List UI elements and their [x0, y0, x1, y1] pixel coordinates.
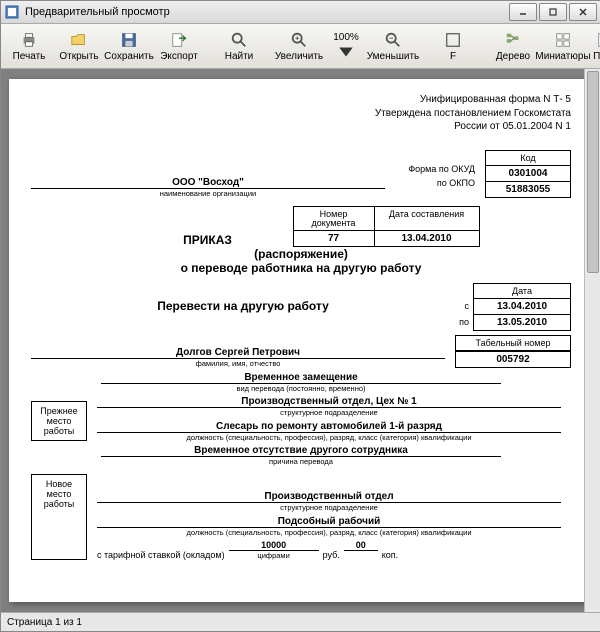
org-sublabel: наименование организации: [31, 189, 385, 198]
workarea: Унифицированная форма N Т- 5 Утверждена …: [1, 69, 600, 612]
statusbar: Страница 1 из 1: [1, 612, 600, 631]
reason-value: Временное отсутствие другого сотрудника: [101, 445, 501, 457]
tabnum-value: 005792: [455, 351, 571, 368]
zoom-dropdown[interactable]: 100%: [325, 26, 367, 66]
okud-value: 0301004: [486, 165, 571, 181]
new-dept-sublabel: структурное подразделение: [97, 503, 561, 512]
minimize-button[interactable]: [509, 3, 537, 21]
window-title: Предварительный просмотр: [25, 6, 509, 18]
new-place-label: Новое место работы: [31, 474, 87, 560]
print-icon: [20, 31, 38, 49]
zoom-in-icon: [290, 31, 308, 49]
zoom-in-button[interactable]: Увеличить: [275, 26, 323, 66]
date-to-label: по: [455, 314, 474, 330]
page-indicator: Страница 1 из 1: [7, 617, 82, 628]
preview-window: Предварительный просмотр Печать Открыть …: [0, 0, 600, 632]
okpo-label: по ОКПО: [385, 178, 475, 188]
zoom-out-icon: [384, 31, 402, 49]
fullscreen-button[interactable]: F: [429, 26, 477, 66]
document-page: Унифицированная форма N Т- 5 Утверждена …: [9, 79, 593, 602]
salary-prefix: с тарифной ставкой (окладом): [97, 550, 225, 560]
close-button[interactable]: [569, 3, 597, 21]
salary-rub: руб.: [323, 550, 340, 560]
open-button[interactable]: Открыть: [55, 26, 103, 66]
chevron-down-icon: [337, 43, 355, 61]
salary-kop: коп.: [382, 550, 398, 560]
tree-button[interactable]: Дерево: [489, 26, 537, 66]
date-to-value: 13.05.2010: [474, 314, 571, 330]
margins-icon: [596, 31, 600, 49]
fullscreen-icon: [444, 31, 462, 49]
doc-title-3: о переводе работника на другую работу: [31, 261, 571, 275]
titlebar: Предварительный просмотр: [1, 1, 600, 24]
okpo-value: 51883055: [486, 181, 571, 197]
new-job-sublabel: должность (специальность, профессия), ра…: [97, 528, 561, 537]
tabnum-label: Табельный номер: [455, 335, 571, 351]
export-icon: [170, 31, 188, 49]
transfer-heading: Перевести на другую работу: [31, 283, 455, 313]
search-icon: [230, 31, 248, 49]
date-from-label: с: [455, 298, 474, 314]
tree-icon: [504, 31, 522, 49]
docnum-value: 77: [293, 230, 374, 246]
prev-dept-value: Производственный отдел, Цех № 1: [97, 396, 561, 408]
doc-title-2: (распоряжение): [31, 247, 571, 261]
new-job-value: Подсобный рабочий: [97, 516, 561, 528]
reason-sublabel: причина перевода: [101, 457, 501, 466]
print-button[interactable]: Печать: [5, 26, 53, 66]
thumbnails-button[interactable]: Миниатюры: [539, 26, 587, 66]
okud-label: Форма по ОКУД: [385, 164, 475, 174]
scrollbar-thumb[interactable]: [587, 71, 599, 273]
save-icon: [120, 31, 138, 49]
org-name: ООО "Восход": [31, 177, 385, 189]
salary-value: 10000: [229, 540, 319, 551]
code-header: Код: [486, 150, 571, 165]
salary-kop-value: 00: [344, 540, 378, 551]
form-header-lines: Унифицированная форма N Т- 5 Утверждена …: [31, 93, 571, 134]
find-button[interactable]: Найти: [215, 26, 263, 66]
transfer-type-value: Временное замещение: [101, 372, 501, 384]
transfer-type-sublabel: вид перевода (постоянно, временно): [101, 384, 501, 393]
maximize-button[interactable]: [539, 3, 567, 21]
doc-title-1: ПРИКАЗ: [123, 233, 293, 247]
vertical-scrollbar[interactable]: [584, 69, 600, 612]
prev-job-sublabel: должность (специальность, профессия), ра…: [97, 433, 561, 442]
fields-button[interactable]: Поля: [589, 26, 600, 66]
date-from-value: 13.04.2010: [474, 298, 571, 314]
period-date-label: Дата: [474, 283, 571, 298]
app-icon: [5, 5, 19, 19]
new-dept-value: Производственный отдел: [97, 491, 561, 503]
thumbnails-icon: [554, 31, 572, 49]
previous-place-label: Прежнее место работы: [31, 401, 87, 441]
fio-value: Долгов Сергей Петрович: [31, 347, 445, 359]
docdate-label: Дата составления: [374, 206, 479, 230]
prev-dept-sublabel: структурное подразделение: [97, 408, 561, 417]
export-button[interactable]: Экспорт: [155, 26, 203, 66]
folder-open-icon: [70, 31, 88, 49]
zoom-out-button[interactable]: Уменьшить: [369, 26, 417, 66]
docdate-value: 13.04.2010: [374, 230, 479, 246]
salary-sublabel: цифрами: [229, 551, 319, 560]
save-button[interactable]: Сохранить: [105, 26, 153, 66]
fio-sublabel: фамилия, имя, отчество: [31, 359, 445, 368]
prev-job-value: Слесарь по ремонту автомобилей 1-й разря…: [97, 421, 561, 433]
toolbar: Печать Открыть Сохранить Экспорт Найти У…: [1, 24, 600, 69]
